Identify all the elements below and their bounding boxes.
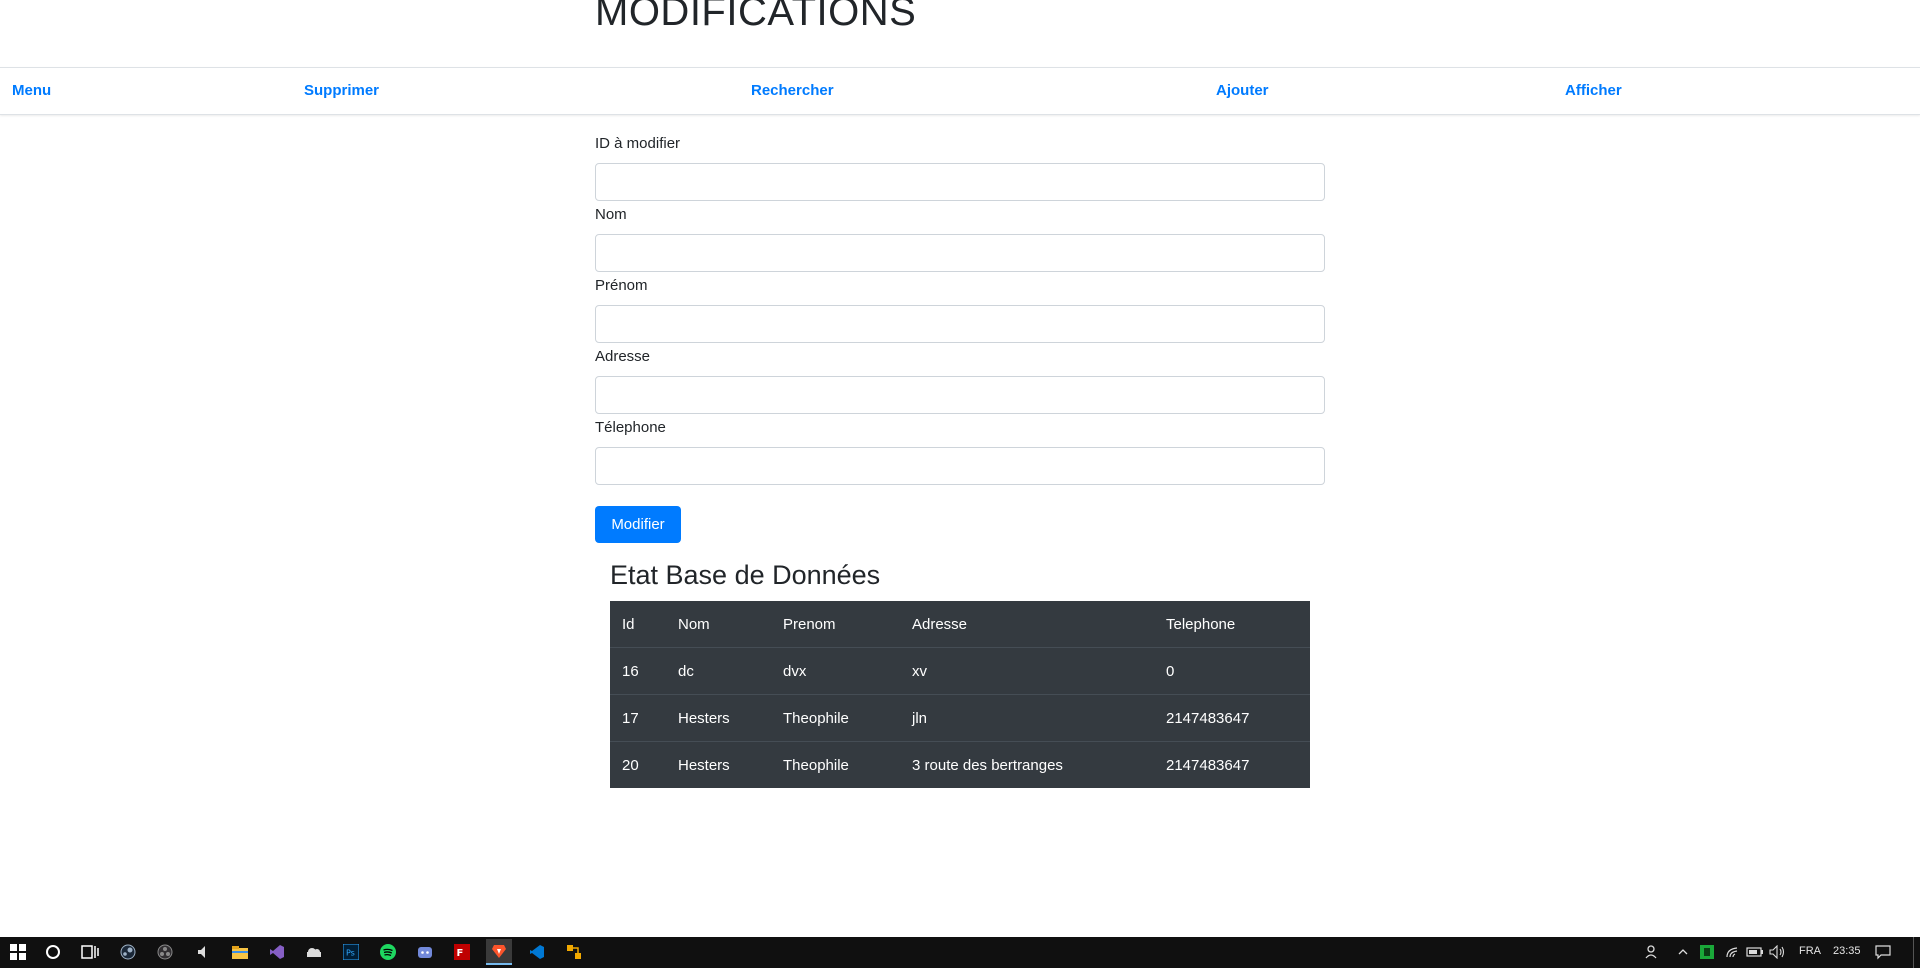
prenom-input[interactable]	[595, 305, 1325, 343]
tray-app-icon[interactable]	[1697, 942, 1717, 962]
cell-adresse: 3 route des bertranges	[900, 741, 1154, 788]
taskbar: Ps F FRA 23:35	[0, 937, 1920, 968]
svg-text:F: F	[457, 948, 464, 959]
telephone-input[interactable]	[595, 447, 1325, 485]
modify-form: ID à modifier Nom Prénom Adresse Télepho…	[595, 130, 1325, 485]
cell-telephone: 2147483647	[1154, 694, 1310, 742]
wifi-icon[interactable]	[1723, 942, 1743, 962]
table-row: 16 dc dvx xv 0	[610, 647, 1310, 695]
telephone-label: Télephone	[595, 419, 666, 436]
nav-afficher-link[interactable]: Afficher	[1565, 82, 1622, 99]
photoshop-icon[interactable]: Ps	[341, 942, 361, 962]
cell-id: 16	[610, 647, 666, 695]
cell-nom: dc	[666, 647, 771, 695]
table-row: 17 Hesters Theophile jln 2147483647	[610, 694, 1310, 742]
cell-telephone: 0	[1154, 647, 1310, 695]
nom-label: Nom	[595, 206, 627, 223]
svg-text:Ps: Ps	[346, 949, 355, 958]
table-header-row: Id Nom Prenom Adresse Telephone	[610, 601, 1310, 648]
cell-prenom: dvx	[771, 647, 900, 695]
col-header-telephone: Telephone	[1166, 615, 1236, 633]
volume-icon[interactable]	[1768, 942, 1788, 962]
cell-nom: Hesters	[666, 694, 771, 742]
cortana-icon[interactable]	[43, 942, 63, 962]
cell-adresse: jln	[900, 694, 1154, 742]
db-table: Id Nom Prenom Adresse Telephone 16 dc dv…	[610, 601, 1310, 788]
notifications-icon[interactable]	[1873, 942, 1893, 962]
nav-supprimer-link[interactable]: Supprimer	[304, 82, 379, 99]
chevron-up-icon[interactable]	[1673, 942, 1693, 962]
nav-menu-link[interactable]: Menu	[12, 82, 51, 99]
discord-icon[interactable]	[415, 942, 435, 962]
vscode-icon[interactable]	[527, 942, 547, 962]
main-nav: Menu Supprimer Rechercher Ajouter Affich…	[0, 67, 1920, 115]
db-title: Etat Base de Données	[610, 560, 881, 590]
task-view-icon[interactable]	[80, 942, 100, 962]
people-icon[interactable]	[1643, 942, 1663, 962]
steam-icon[interactable]	[118, 942, 138, 962]
cell-adresse: xv	[900, 647, 1154, 695]
battery-icon[interactable]	[1745, 942, 1765, 962]
col-header-prenom: Prenom	[783, 615, 836, 633]
language-indicator[interactable]: FRA	[1799, 945, 1821, 957]
prenom-label: Prénom	[595, 277, 648, 294]
cell-id: 20	[610, 741, 666, 788]
cell-prenom: Theophile	[771, 694, 900, 742]
cell-id: 17	[610, 694, 666, 742]
col-header-adresse: Adresse	[912, 615, 968, 633]
adresse-input[interactable]	[595, 376, 1325, 414]
spotify-icon[interactable]	[378, 942, 398, 962]
col-header-id: Id	[622, 615, 635, 633]
nom-input[interactable]	[595, 234, 1325, 272]
cell-telephone: 2147483647	[1154, 741, 1310, 788]
id-label: ID à modifier	[595, 135, 681, 152]
filezilla-icon[interactable]: F	[452, 942, 472, 962]
cell-nom: Hesters	[666, 741, 771, 788]
id-input[interactable]	[595, 163, 1325, 201]
visual-studio-icon[interactable]	[267, 942, 287, 962]
windows-start-icon[interactable]	[8, 942, 28, 962]
obs-icon[interactable]	[155, 942, 175, 962]
app-icon[interactable]	[564, 942, 584, 962]
modify-button[interactable]: Modifier	[595, 506, 681, 543]
adresse-label: Adresse	[595, 348, 651, 365]
show-desktop-divider	[1913, 937, 1914, 968]
nav-rechercher-link[interactable]: Rechercher	[751, 82, 834, 99]
cloud-icon[interactable]	[304, 942, 324, 962]
cell-prenom: Theophile	[771, 741, 900, 788]
page-title: MODIFICATIONS	[595, 0, 917, 34]
col-header-nom: Nom	[678, 615, 710, 633]
clock[interactable]: 23:35	[1833, 945, 1861, 957]
nav-ajouter-link[interactable]: Ajouter	[1216, 82, 1269, 99]
file-explorer-icon[interactable]	[230, 942, 250, 962]
brave-icon[interactable]	[486, 939, 512, 965]
table-row: 20 Hesters Theophile 3 route des bertran…	[610, 741, 1310, 788]
audio-icon[interactable]	[193, 942, 213, 962]
